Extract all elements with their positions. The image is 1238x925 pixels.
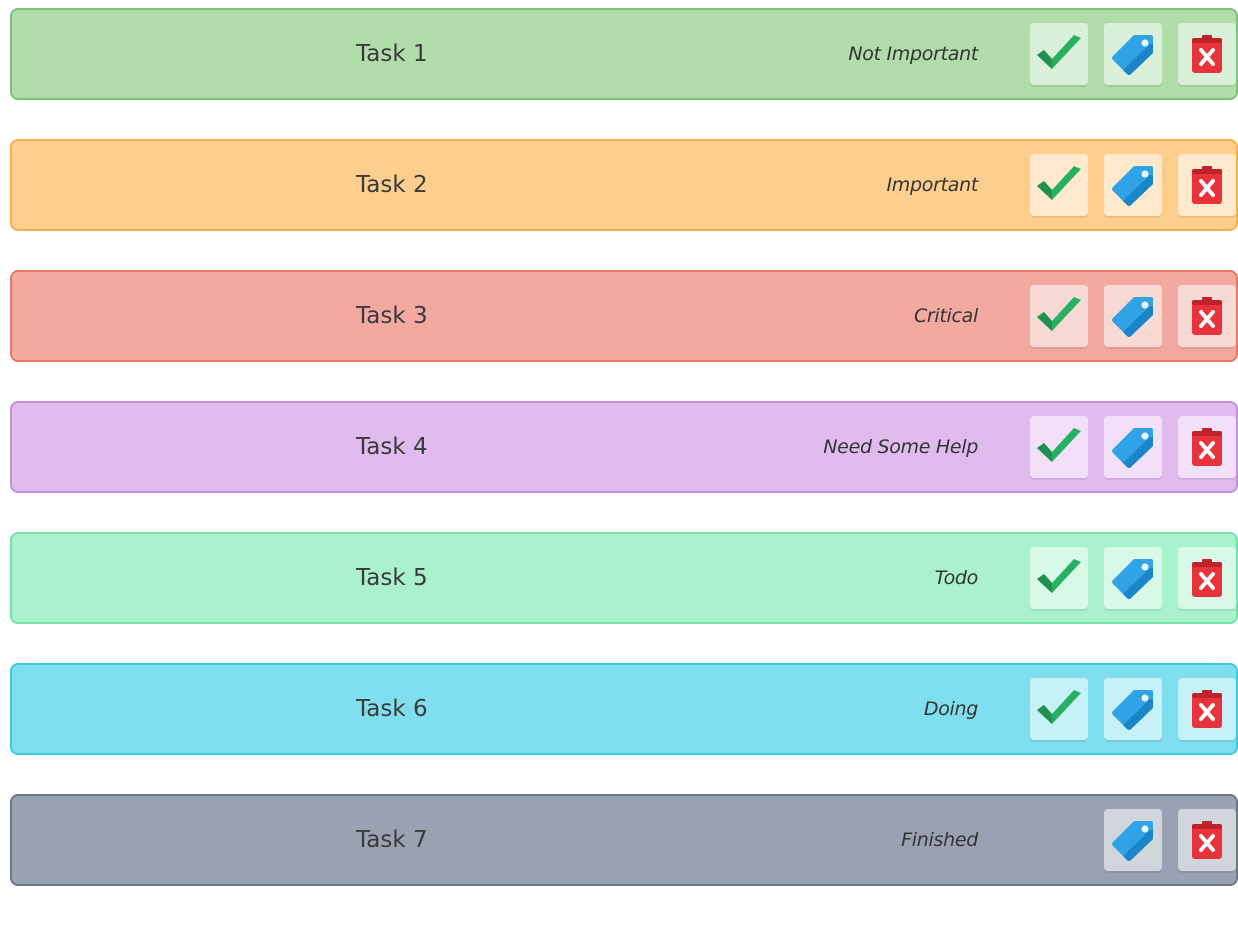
tag-icon [1110,294,1156,338]
mark-done-button[interactable] [1030,154,1088,216]
task-row: Task 3 Critical [10,270,1238,362]
task-status: Not Important [848,43,978,65]
delete-button[interactable] [1178,678,1236,740]
task-status: Doing [923,698,978,720]
task-list: Task 1 Not Important Task 2 Important Ta… [10,8,1238,925]
task-row: Task 4 Need Some Help [10,401,1238,493]
tag-button[interactable] [1104,23,1162,85]
tag-icon [1110,425,1156,469]
task-name: Task 5 [356,565,428,591]
check-icon [1034,688,1084,730]
tag-button[interactable] [1104,547,1162,609]
task-row: Task 2 Important [10,139,1238,231]
delete-clipboard-icon [1190,33,1224,75]
task-row: Task 5 Todo [10,532,1238,624]
tag-button[interactable] [1104,678,1162,740]
task-status: Critical [913,305,978,327]
task-status: Todo [934,567,979,589]
tag-button[interactable] [1104,416,1162,478]
task-status: Need Some Help [823,436,978,458]
check-icon [1034,426,1084,468]
tag-icon [1110,163,1156,207]
delete-clipboard-icon [1190,819,1224,861]
task-name: Task 2 [356,172,428,198]
mark-done-button[interactable] [1030,678,1088,740]
tag-icon [1110,687,1156,731]
delete-clipboard-icon [1190,688,1224,730]
tag-icon [1110,818,1156,862]
delete-clipboard-icon [1190,557,1224,599]
task-name: Task 6 [356,696,428,722]
delete-button[interactable] [1178,416,1236,478]
delete-button[interactable] [1178,809,1236,871]
task-name: Task 1 [356,41,428,67]
tag-icon [1110,556,1156,600]
task-row: Task 7 Finished [10,794,1238,886]
check-icon [1034,295,1084,337]
tag-icon [1110,32,1156,76]
check-icon [1034,33,1084,75]
tag-button[interactable] [1104,285,1162,347]
delete-button[interactable] [1178,154,1236,216]
task-row: Task 6 Doing [10,663,1238,755]
task-name: Task 3 [356,303,428,329]
delete-clipboard-icon [1190,295,1224,337]
task-name: Task 4 [356,434,428,460]
task-row: Task 1 Not Important [10,8,1238,100]
mark-done-button[interactable] [1030,416,1088,478]
mark-done-button[interactable] [1030,23,1088,85]
mark-done-button[interactable] [1030,547,1088,609]
delete-button[interactable] [1178,547,1236,609]
tag-button[interactable] [1104,809,1162,871]
tag-button[interactable] [1104,154,1162,216]
delete-clipboard-icon [1190,164,1224,206]
delete-button[interactable] [1178,285,1236,347]
check-icon [1034,164,1084,206]
task-status: Important [886,174,979,196]
delete-button[interactable] [1178,23,1236,85]
check-icon [1034,557,1084,599]
delete-clipboard-icon [1190,426,1224,468]
task-status: Finished [901,829,978,851]
mark-done-button[interactable] [1030,285,1088,347]
task-name: Task 7 [356,827,428,853]
